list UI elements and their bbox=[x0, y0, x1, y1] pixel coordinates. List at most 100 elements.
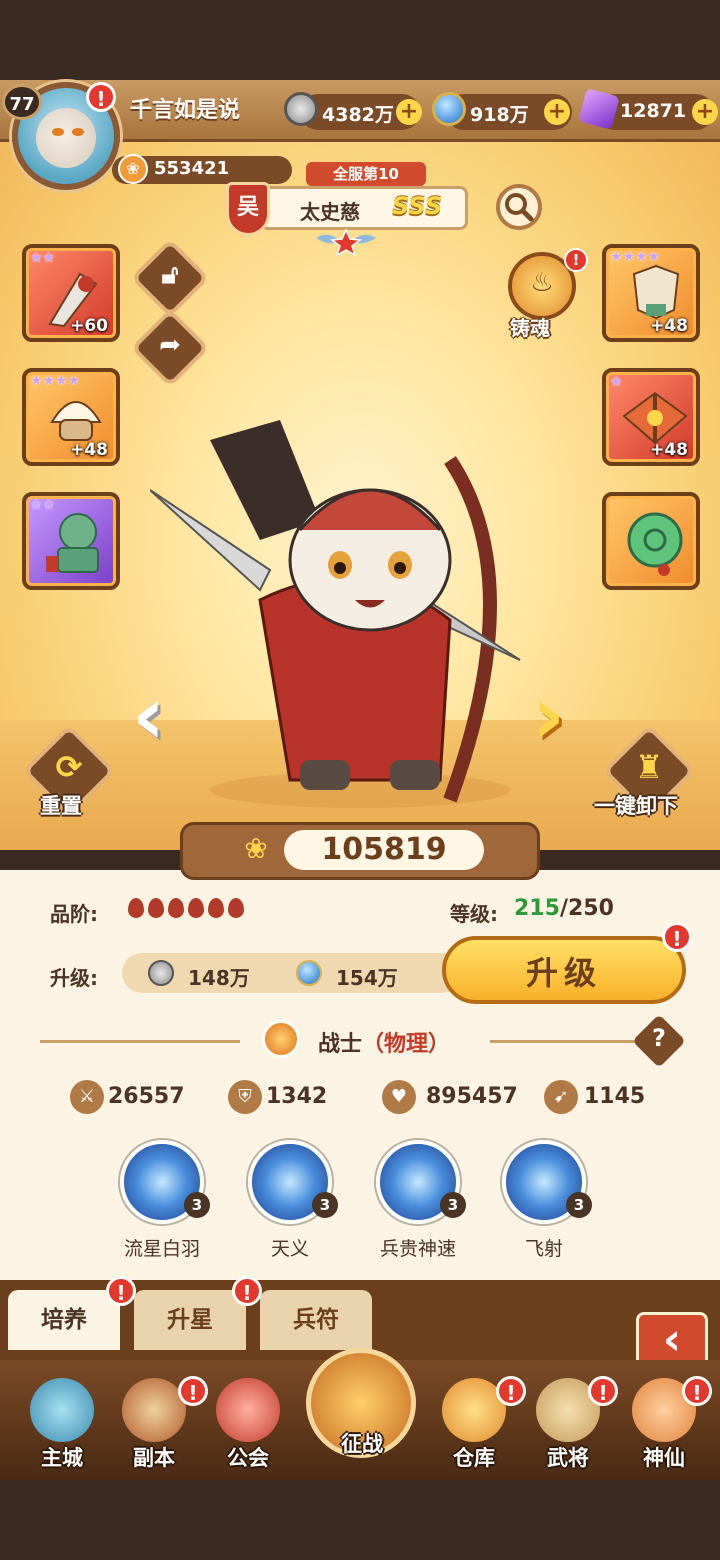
hero-character-art bbox=[150, 420, 521, 808]
tab-cultivate[interactable]: 培养 bbox=[8, 1290, 120, 1350]
star-icon: ★★★★ bbox=[30, 373, 81, 389]
nav-battle[interactable]: 征战 bbox=[320, 1428, 404, 1458]
stat-defense: 1342 bbox=[266, 1084, 328, 1109]
cost-coin: 148万 bbox=[188, 966, 250, 990]
unlock-icon: 🔓︎ bbox=[161, 260, 179, 290]
nav-label: 副本 bbox=[133, 1446, 175, 1470]
unequip-all-label: 一键卸下 bbox=[594, 794, 678, 818]
equip-slot-treasure[interactable]: ★★ bbox=[22, 492, 120, 590]
sword-shield-icon bbox=[122, 1378, 186, 1442]
blood-drop-icon bbox=[228, 898, 244, 918]
divider-right bbox=[490, 1040, 640, 1043]
hero-level: 215/250 bbox=[514, 896, 614, 921]
prev-hero-button[interactable]: ‹ bbox=[132, 676, 165, 756]
equip-slot-weapon[interactable]: ★★ +60 bbox=[22, 244, 120, 342]
tab-alert-icon: ! bbox=[232, 1276, 262, 1306]
upgrade-cost-label: 升级: bbox=[50, 966, 98, 990]
class-type: （物理） bbox=[362, 1032, 451, 1057]
coin-icon bbox=[284, 92, 318, 126]
status-bar-area bbox=[0, 0, 720, 80]
stat-health: 895457 bbox=[426, 1084, 518, 1109]
slot-level: +48 bbox=[650, 440, 688, 460]
slot-level: +48 bbox=[70, 440, 108, 460]
tab-tally[interactable]: 兵符 bbox=[260, 1290, 372, 1350]
boot-icon: ➹ bbox=[544, 1080, 578, 1114]
forge-soul-label: 铸魂 bbox=[510, 316, 550, 340]
player-name: 千言如是说 bbox=[130, 98, 241, 123]
crystal-value: 12871 bbox=[620, 100, 687, 122]
next-hero-button[interactable]: › bbox=[532, 676, 565, 756]
level-label: 等级: bbox=[450, 902, 498, 926]
quality-drops bbox=[128, 898, 244, 918]
upgrade-button-label: 升级 bbox=[525, 954, 602, 992]
nav-alert-icon: ! bbox=[496, 1376, 526, 1406]
sword-icon: ⚔ bbox=[70, 1080, 104, 1114]
kingdom-badge: 吴 bbox=[226, 182, 270, 236]
shield-icon: ⛨ bbox=[228, 1080, 262, 1114]
jade-lion-icon bbox=[46, 513, 99, 573]
blood-drop-icon bbox=[188, 898, 204, 918]
class-name: 战士 bbox=[318, 1032, 363, 1057]
upgrade-alert-icon: ! bbox=[662, 922, 692, 952]
armor-rack-icon: ♜ bbox=[634, 748, 664, 786]
blue-orb-icon bbox=[296, 960, 322, 986]
info-panel bbox=[0, 870, 720, 1280]
skill-name: 飞射 bbox=[524, 1238, 563, 1260]
player-level-badge: 77 bbox=[2, 84, 42, 120]
nav-label: 武将 bbox=[547, 1446, 589, 1470]
skill-level: 3 bbox=[184, 1192, 210, 1218]
forge-alert-icon: ! bbox=[564, 248, 588, 272]
question-icon: ? bbox=[652, 1024, 666, 1052]
search-button[interactable] bbox=[496, 184, 542, 230]
share-icon: ➦ bbox=[159, 330, 181, 360]
level-current: 215 bbox=[514, 896, 560, 921]
star-wings-icon bbox=[316, 228, 376, 256]
hero-name: 太史慈 bbox=[300, 200, 360, 224]
blood-drop-icon bbox=[128, 898, 144, 918]
equip-slot-armor[interactable]: ★★★★ +48 bbox=[602, 244, 700, 342]
jade-pendant-icon bbox=[627, 512, 683, 576]
combat-power-value: 105819 bbox=[321, 832, 447, 867]
nav-alert-icon: ! bbox=[588, 1376, 618, 1406]
reset-label: 重置 bbox=[40, 794, 82, 818]
blood-drop-icon bbox=[208, 898, 224, 918]
nav-label: 仓库 bbox=[453, 1446, 495, 1470]
blue-orb-icon bbox=[432, 92, 466, 126]
paw-icon: ❀ bbox=[118, 154, 148, 184]
nav-city[interactable]: 主城 bbox=[20, 1378, 104, 1472]
player-power: 553421 bbox=[154, 158, 230, 179]
blood-drop-icon bbox=[148, 898, 164, 918]
add-coin-button[interactable]: + bbox=[396, 99, 422, 125]
heart-icon: ♥ bbox=[382, 1080, 416, 1114]
avatar-eye bbox=[52, 128, 64, 136]
equip-slot-accessory[interactable]: ★ +48 bbox=[602, 368, 700, 466]
nav-label: 征战 bbox=[341, 1432, 383, 1456]
tab-alert-icon: ! bbox=[106, 1276, 136, 1306]
avatar-eye bbox=[72, 128, 84, 136]
skill-name: 兵贵神速 bbox=[379, 1238, 456, 1260]
slot-level: +60 bbox=[70, 316, 108, 336]
coin-icon bbox=[148, 960, 174, 986]
server-rank-tag: 全服第10 bbox=[306, 162, 426, 186]
add-orb-button[interactable]: + bbox=[544, 99, 570, 125]
avatar-face bbox=[36, 108, 96, 168]
bottom-safe-area bbox=[0, 1480, 720, 1560]
add-crystal-button[interactable]: + bbox=[692, 99, 718, 125]
skill-level: 3 bbox=[566, 1192, 592, 1218]
blood-drop-icon bbox=[168, 898, 184, 918]
skill-level: 3 bbox=[440, 1192, 466, 1218]
skill-name: 天义 bbox=[270, 1238, 309, 1260]
skill-name: 流星白羽 bbox=[123, 1238, 200, 1260]
skill-level: 3 bbox=[312, 1192, 338, 1218]
tab-star-up[interactable]: 升星 bbox=[134, 1290, 246, 1350]
divider-left bbox=[40, 1040, 240, 1043]
nav-label: 公会 bbox=[227, 1446, 269, 1470]
equip-slot-helmet[interactable]: ★★★★ +48 bbox=[22, 368, 120, 466]
flame-icon: ♨ bbox=[530, 268, 554, 298]
nav-guild[interactable]: 公会 bbox=[206, 1378, 290, 1472]
nav-label: 神仙 bbox=[643, 1446, 685, 1470]
equip-slot-jade[interactable] bbox=[602, 492, 700, 590]
quality-label: 品阶: bbox=[50, 902, 98, 926]
stat-speed: 1145 bbox=[584, 1084, 646, 1109]
search-icon bbox=[505, 193, 534, 222]
